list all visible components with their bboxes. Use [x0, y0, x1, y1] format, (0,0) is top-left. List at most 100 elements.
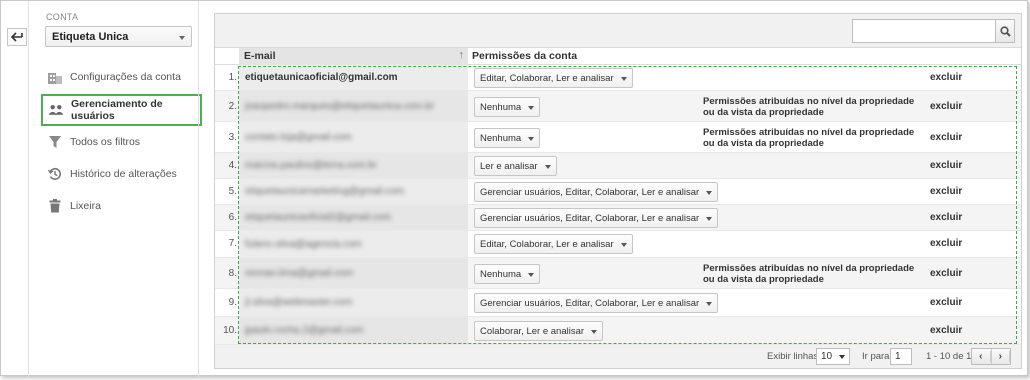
rail-divider	[28, 1, 29, 377]
chevron-down-icon	[528, 137, 535, 141]
permissions-dropdown[interactable]: Gerenciar usuários, Editar, Colaborar, L…	[474, 208, 719, 228]
table-row: 8. rennan.lima@gmail.com Nenhuma Permiss…	[215, 258, 1021, 289]
toolbar	[215, 14, 1021, 48]
goto-page-label: Ir para:	[862, 351, 893, 362]
prev-page-button[interactable]: ‹	[972, 349, 992, 364]
chevron-down-icon	[544, 165, 551, 169]
account-select[interactable]: Etiqueta Unica	[45, 26, 192, 47]
email-text: fulano.silva@agencia.com	[245, 238, 362, 250]
sidebar-item-account-settings[interactable]: Configurações da conta	[42, 62, 200, 92]
permissions-value: Nenhuma	[480, 269, 522, 280]
sort-ascending-icon: ↑	[458, 49, 465, 61]
sidebar-item-label: Configurações da conta	[70, 71, 181, 83]
chevron-right-icon: ›	[992, 351, 1010, 362]
row-number: 1.	[228, 72, 237, 83]
table-row: 2. joaopedro.marques@etiquetaunica.com.b…	[215, 91, 1021, 122]
row-email: etiquetaunicaoficial2@gmail.com	[239, 205, 468, 230]
pagination-controls: ‹ ›	[971, 348, 1011, 365]
email-text: jl.silva@webmaster.com	[245, 297, 353, 308]
permissions-dropdown[interactable]: Gerenciar usuários, Editar, Colaborar, L…	[474, 293, 719, 313]
permissions-dropdown[interactable]: Editar, Colaborar, Ler e analisar	[474, 68, 633, 88]
sidebar-item-change-history[interactable]: Histórico de alterações	[42, 159, 200, 189]
chevron-left-icon: ‹	[972, 351, 991, 362]
delete-link[interactable]: excluir	[930, 72, 962, 83]
permissions-value: Gerenciar usuários, Editar, Colaborar, L…	[480, 213, 700, 224]
row-email: contato.loja@gmail.com	[239, 122, 468, 152]
row-number: 6.	[228, 212, 237, 223]
permissions-dropdown[interactable]: Editar, Colaborar, Ler e analisar	[474, 234, 633, 254]
table-row: 10. jpaulo.rocha.2@gmail.com Colaborar, …	[215, 317, 1021, 345]
sidebar: CONTA Etiqueta Unica Configurações da co…	[39, 1, 205, 377]
row-email: jl.silva@webmaster.com	[239, 289, 468, 316]
permissions-value: Ler e analisar	[480, 161, 538, 172]
chevron-down-icon	[706, 191, 713, 195]
permissions-dropdown[interactable]: Nenhuma	[474, 128, 541, 148]
delete-link[interactable]: excluir	[930, 238, 962, 249]
pagination-range: 1 - 10 de 14	[926, 351, 977, 362]
search-input[interactable]	[852, 19, 996, 43]
sidebar-item-all-filters[interactable]: Todos os filtros	[42, 127, 200, 157]
delete-link[interactable]: excluir	[930, 325, 962, 336]
back-button[interactable]	[7, 28, 27, 46]
goto-page-input[interactable]: 1	[890, 348, 912, 365]
sidebar-item-label: Lixeira	[70, 200, 101, 212]
email-text: marcos.paulino@terra.com.br	[245, 160, 377, 171]
sidebar-divider	[198, 1, 199, 377]
permissions-dropdown[interactable]: Nenhuma	[474, 264, 541, 284]
table-row: 9. jl.silva@webmaster.com Gerenciar usuá…	[215, 289, 1021, 317]
table-header: E-mail ↑ Permissões da conta	[215, 48, 1021, 65]
search-icon	[999, 25, 1011, 37]
sidebar-item-trash[interactable]: Lixeira	[42, 191, 200, 221]
column-header-email-label: E-mail	[244, 50, 276, 62]
email-text: etiquetaunicamarketing@gmail.com	[245, 186, 405, 197]
next-page-button[interactable]: ›	[992, 349, 1010, 364]
row-number: 9.	[228, 297, 237, 308]
column-header-email[interactable]: E-mail ↑	[239, 48, 468, 65]
permissions-dropdown[interactable]: Nenhuma	[474, 97, 541, 117]
table-row: 4. marcos.paulino@terra.com.br Ler e ana…	[215, 153, 1021, 179]
delete-link[interactable]: excluir	[930, 186, 962, 197]
delete-link[interactable]: excluir	[930, 212, 962, 223]
email-text: rennan.lima@gmail.com	[245, 267, 353, 279]
chevron-down-icon	[620, 77, 627, 81]
chevron-down-icon	[620, 243, 627, 247]
app-window: CONTA Etiqueta Unica Configurações da co…	[0, 0, 1028, 377]
delete-link[interactable]: excluir	[930, 160, 962, 171]
table-footer: Exibir linhas: 10 Ir para: 1 1 - 10 de 1…	[215, 345, 1021, 368]
permissions-dropdown[interactable]: Gerenciar usuários, Editar, Colaborar, L…	[474, 182, 719, 202]
sidebar-item-label: Todos os filtros	[70, 136, 141, 148]
row-email: jpaulo.rocha.2@gmail.com	[239, 317, 468, 344]
row-number: 3.	[228, 132, 237, 143]
table-row: 3. contato.loja@gmail.com Nenhuma Permis…	[215, 122, 1021, 153]
row-number: 7.	[228, 238, 237, 249]
chevron-down-icon	[706, 217, 713, 221]
filter-icon	[47, 134, 63, 150]
permissions-dropdown[interactable]: Ler e analisar	[474, 156, 557, 176]
permissions-value: Gerenciar usuários, Editar, Colaborar, L…	[480, 298, 700, 309]
delete-link[interactable]: excluir	[930, 132, 962, 143]
rows-per-page-select[interactable]: 10	[816, 348, 850, 365]
row-email: joaopedro.marques@etiquetaunica.com.br	[239, 91, 468, 121]
table-row: 7. fulano.silva@agencia.com Editar, Cola…	[215, 231, 1021, 258]
email-text: joaopedro.marques@etiquetaunica.com.br	[245, 100, 435, 112]
chevron-down-icon	[591, 330, 598, 334]
sidebar-item-user-management[interactable]: Gerenciamento de usuários	[41, 94, 202, 126]
back-arrow-icon	[11, 32, 23, 42]
building-icon	[47, 69, 63, 85]
account-label: CONTA	[46, 12, 79, 22]
permissions-dropdown[interactable]: Colaborar, Ler e analisar	[474, 321, 604, 341]
delete-link[interactable]: excluir	[930, 101, 962, 112]
chevron-down-icon	[706, 302, 713, 306]
rows-per-page-value: 10	[821, 351, 833, 362]
row-email: etiquetaunicaoficial@gmail.com	[239, 65, 468, 90]
account-select-value: Etiqueta Unica	[52, 31, 129, 43]
delete-link[interactable]: excluir	[930, 268, 962, 279]
search-button[interactable]	[995, 19, 1015, 43]
row-number: 2.	[228, 101, 237, 112]
delete-link[interactable]: excluir	[930, 297, 962, 308]
row-email: marcos.paulino@terra.com.br	[239, 153, 468, 178]
sidebar-item-label: Gerenciamento de usuários	[71, 98, 163, 122]
chevron-down-icon	[839, 355, 845, 359]
row-email: fulano.silva@agencia.com	[239, 231, 468, 257]
email-text: etiquetaunicaoficial@gmail.com	[245, 72, 398, 83]
